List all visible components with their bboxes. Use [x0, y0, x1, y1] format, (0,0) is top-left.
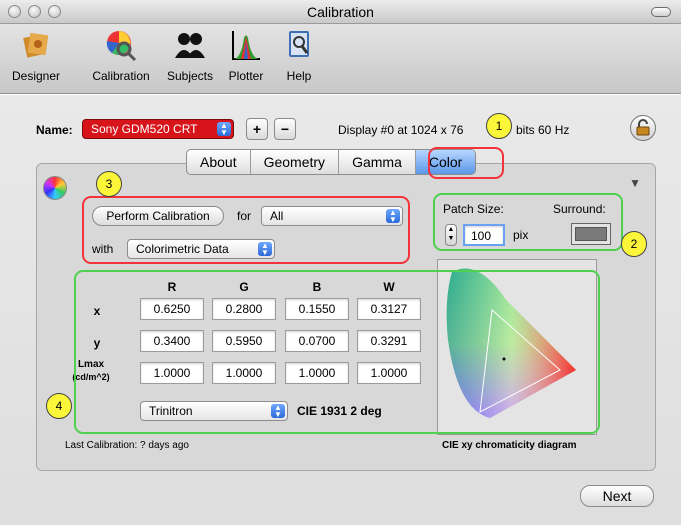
- table-highlight-box: [74, 270, 600, 434]
- toolbar-plotter[interactable]: Plotter: [223, 28, 269, 83]
- callout-1: 1: [486, 113, 512, 139]
- color-tab-highlight-box: [428, 147, 504, 179]
- callout-2: 2: [621, 231, 647, 257]
- toolbar: Designer Calibration Subjects Plotter He…: [0, 24, 681, 94]
- patch-highlight-box: [433, 193, 623, 251]
- lock-button[interactable]: [630, 115, 656, 141]
- name-label: Name:: [36, 123, 73, 137]
- content-area: Name: Sony GDM520 CRT ▲ ▼ + − Display #0 …: [0, 95, 681, 525]
- callout-3: 3: [96, 171, 122, 197]
- subjects-icon: [175, 33, 205, 58]
- callout-4: 4: [46, 393, 72, 419]
- display-name-value: Sony GDM520 CRT: [91, 122, 198, 136]
- chevron-updown-icon: ▲ ▼: [217, 122, 231, 137]
- calibration-highlight-box: [82, 196, 410, 264]
- disclosure-triangle-icon[interactable]: ▼: [629, 176, 641, 190]
- color-panel: ▼ Perform Calibration for All ▲ ▼ with Co…: [36, 163, 656, 471]
- title-bar: Calibration: [0, 0, 681, 24]
- last-calibration-text: Last Calibration: ? days ago: [65, 440, 189, 451]
- cie-diagram-caption: CIE xy chromaticity diagram: [442, 440, 577, 451]
- lock-icon: [636, 119, 650, 136]
- calibration-icon: [106, 31, 137, 62]
- designer-icon: [23, 32, 49, 58]
- next-button[interactable]: Next: [580, 485, 654, 507]
- toolbar-subjects[interactable]: Subjects: [163, 28, 217, 83]
- window-title: Calibration: [307, 4, 374, 20]
- toolbar-calibration[interactable]: Calibration: [86, 28, 156, 83]
- tab-about[interactable]: About: [187, 150, 251, 174]
- tab-geometry[interactable]: Geometry: [251, 150, 340, 174]
- toolbar-toggle-button[interactable]: [651, 7, 671, 17]
- tab-gamma[interactable]: Gamma: [339, 150, 416, 174]
- toolbar-help[interactable]: Help: [279, 28, 319, 83]
- display-info-text-2: bits 60 Hz: [516, 123, 570, 137]
- display-name-popup[interactable]: Sony GDM520 CRT ▲ ▼: [82, 119, 234, 139]
- add-display-button[interactable]: +: [246, 118, 268, 140]
- plotter-icon: [232, 31, 260, 60]
- remove-display-button[interactable]: −: [274, 118, 296, 140]
- display-info-text: Display #0 at 1024 x 76: [338, 123, 464, 137]
- toolbar-designer[interactable]: Designer: [6, 28, 66, 83]
- help-icon: [289, 31, 309, 57]
- color-wheel-icon: [43, 176, 67, 200]
